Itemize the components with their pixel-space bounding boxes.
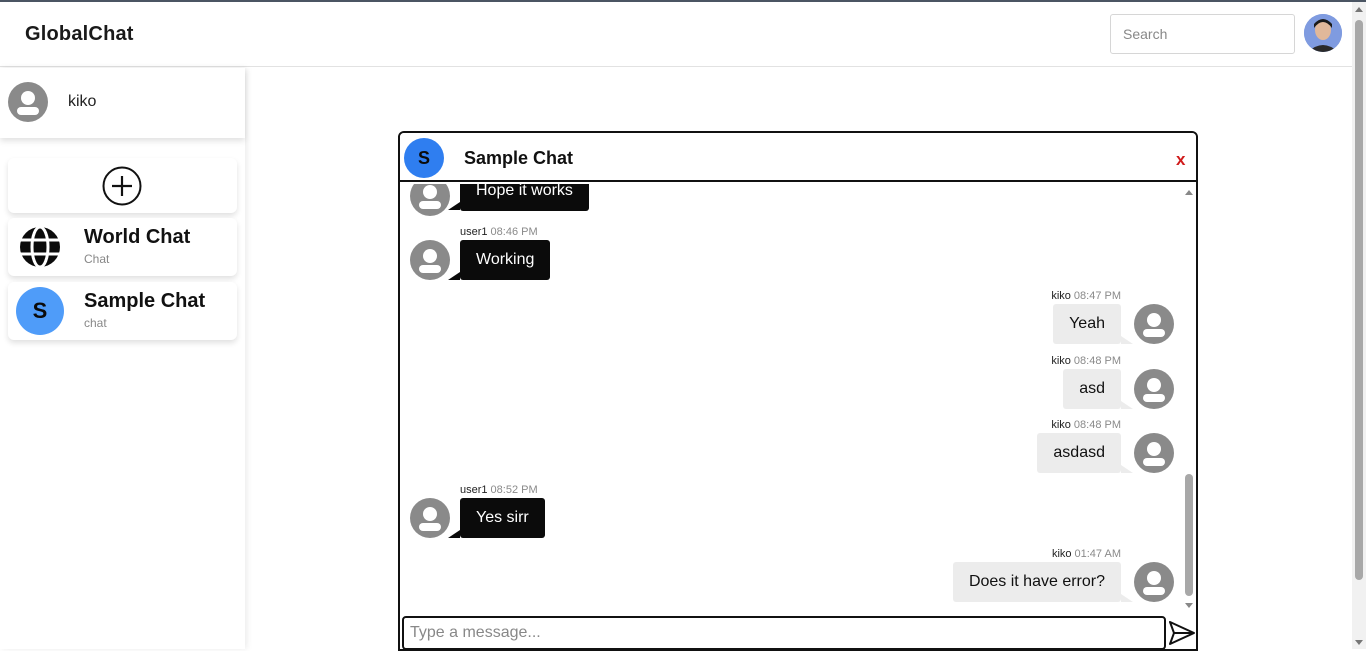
bubble-tail — [448, 202, 460, 210]
bubble-tail — [1121, 401, 1133, 409]
user-avatar-icon — [1134, 369, 1174, 409]
bubble-tail — [448, 530, 460, 538]
bubble-tail — [1121, 594, 1133, 602]
scroll-down-arrow-icon[interactable] — [1185, 603, 1193, 608]
user-avatar-icon — [1134, 562, 1174, 602]
chat-subtitle: chat — [84, 316, 107, 330]
message-sender: user1 — [460, 484, 488, 496]
scroll-up-arrow-icon[interactable] — [1355, 7, 1363, 12]
navbar: GlobalChat — [0, 2, 1352, 67]
scroll-down-arrow-icon[interactable] — [1355, 640, 1363, 645]
message-meta: user1 08:46 PM — [460, 226, 538, 238]
message-time: 08:48 PM — [1073, 355, 1121, 367]
message-meta: kiko 08:47 PM — [1051, 290, 1121, 302]
message-sender: kiko — [1051, 355, 1071, 367]
bubble-tail — [448, 272, 460, 280]
profile-photo-icon — [1304, 14, 1342, 52]
sidebar: kiko World Chat Chat S Sample Chat chat — [0, 68, 245, 649]
chat-letter-avatar: S — [16, 287, 64, 335]
message-time: 08:48 PM — [1073, 419, 1121, 431]
message-bubble: Working — [460, 240, 551, 280]
message-meta: kiko 08:48 PM — [1051, 355, 1121, 367]
message-bubble: Hope it works — [460, 184, 589, 211]
close-chat-button[interactable]: x — [1176, 150, 1185, 170]
profile-avatar[interactable] — [1304, 14, 1342, 52]
message-composer — [400, 615, 1196, 649]
message-time: 08:47 PM — [1073, 290, 1121, 302]
user-avatar-icon — [410, 240, 450, 280]
user-avatar-icon — [410, 184, 450, 216]
message-bubble: Yeah — [1053, 304, 1121, 344]
user-avatar-icon — [1134, 433, 1174, 473]
send-icon — [1169, 621, 1195, 645]
message-meta: kiko 01:47 AM — [1052, 548, 1121, 560]
message-bubble: asd — [1063, 369, 1121, 409]
globe-icon — [20, 225, 60, 269]
chat-subtitle: Chat — [84, 252, 110, 266]
message-sender: kiko — [1051, 290, 1071, 302]
chat-header-avatar: S — [404, 138, 444, 178]
current-user-card[interactable]: kiko — [0, 68, 245, 138]
user-avatar-icon — [1134, 304, 1174, 344]
message-scrollbar-thumb[interactable] — [1185, 474, 1193, 596]
message-bubble: Yes sirr — [460, 498, 545, 538]
bubble-tail — [1121, 336, 1133, 344]
chat-header: S Sample Chat x — [400, 133, 1196, 182]
message-bubble: asdasd — [1037, 433, 1121, 473]
bubble-tail — [1121, 465, 1133, 473]
message-time: 08:46 PM — [490, 226, 538, 238]
message-input[interactable] — [402, 616, 1166, 649]
message-sender: kiko — [1051, 548, 1072, 560]
current-user-name: kiko — [68, 93, 97, 110]
chat-title: World Chat — [84, 226, 191, 248]
message-list[interactable]: Hope it works user1 08:46 PM Working kiko… — [400, 184, 1196, 614]
user-avatar-icon — [410, 498, 450, 538]
chat-header-title: Sample Chat — [464, 148, 574, 168]
message-sender: kiko — [1051, 419, 1071, 431]
message-sender: user1 — [460, 226, 488, 238]
search-input[interactable] — [1110, 14, 1295, 54]
app-title[interactable]: GlobalChat — [25, 23, 134, 46]
page-scrollbar-thumb[interactable] — [1355, 20, 1363, 580]
new-chat-button[interactable] — [8, 158, 237, 213]
send-button[interactable] — [1168, 619, 1196, 647]
chat-window: S Sample Chat x Hope it works user1 08:46… — [398, 131, 1198, 651]
message-meta: user1 08:52 PM — [460, 484, 538, 496]
message-scrollbar[interactable] — [1182, 184, 1196, 614]
message-time: 01:47 AM — [1074, 548, 1121, 560]
sidebar-item-sample-chat[interactable]: S Sample Chat chat — [8, 282, 237, 340]
plus-circle-icon — [102, 166, 142, 206]
message-meta: kiko 08:48 PM — [1051, 419, 1121, 431]
message-bubble: Does it have error? — [952, 562, 1121, 602]
user-avatar-icon — [8, 82, 48, 122]
chat-title: Sample Chat — [84, 290, 206, 312]
page-scrollbar[interactable] — [1352, 2, 1366, 649]
message-time: 08:52 PM — [490, 484, 538, 496]
scroll-up-arrow-icon[interactable] — [1185, 190, 1193, 195]
sidebar-item-world-chat[interactable]: World Chat Chat — [8, 218, 237, 276]
